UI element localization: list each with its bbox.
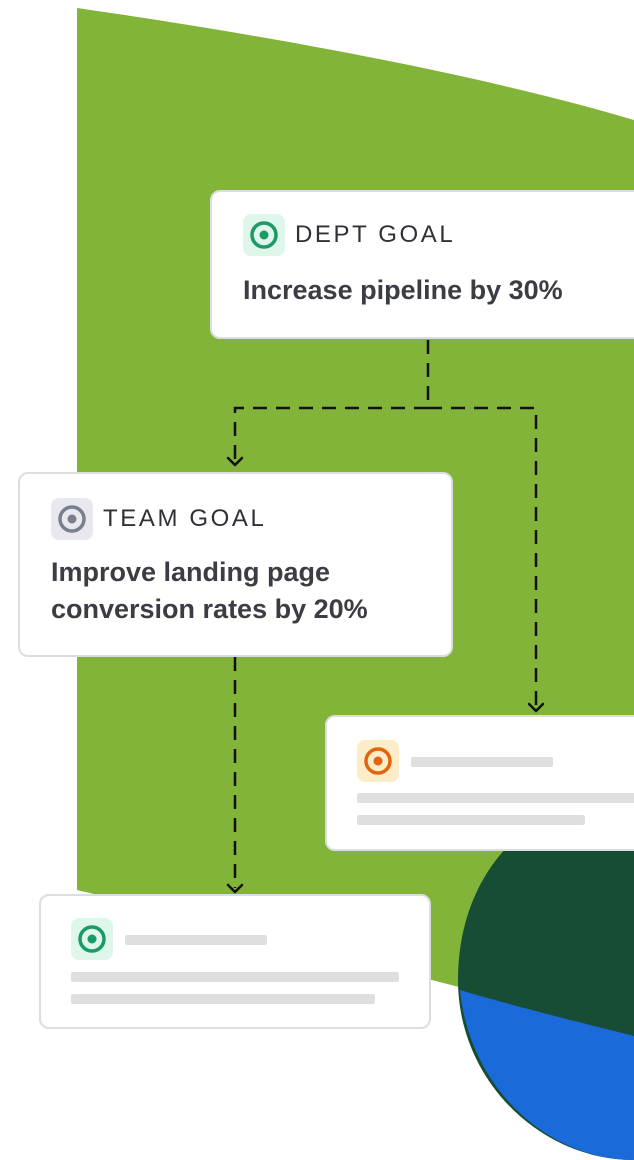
team-goal-title-line-2: conversion rates by 20% <box>51 594 368 624</box>
placeholder-goal-card-green[interactable] <box>39 894 431 1029</box>
placeholder-text-bar <box>71 994 375 1004</box>
placeholder-text-bar <box>71 972 399 982</box>
placeholder-title-bar <box>125 935 267 945</box>
arrowhead-team <box>226 456 244 467</box>
team-goal-title-line-1: Improve landing page <box>51 557 331 587</box>
team-goal-card[interactable]: TEAM GOAL Improve landing page conversio… <box>18 472 453 657</box>
placeholder-title-bar <box>411 757 553 767</box>
connector-split-to-team <box>233 406 428 462</box>
arrowhead-orange <box>527 702 545 713</box>
placeholder-text-bar <box>357 815 585 825</box>
dept-goal-title: Increase pipeline by 30% <box>243 275 563 305</box>
arrowhead-green <box>226 883 244 894</box>
target-icon <box>357 740 399 782</box>
target-icon <box>51 498 93 540</box>
dept-goal-label: DEPT GOAL <box>295 221 456 248</box>
placeholder-text-bar <box>357 793 634 803</box>
target-icon <box>243 214 285 256</box>
placeholder-goal-card-orange[interactable] <box>325 715 634 851</box>
dept-goal-header: DEPT GOAL <box>243 214 634 256</box>
target-icon <box>71 918 113 960</box>
team-goal-label: TEAM GOAL <box>103 505 267 532</box>
team-goal-header: TEAM GOAL <box>51 498 451 540</box>
dept-goal-card[interactable]: DEPT GOAL Increase pipeline by 30% <box>210 190 634 339</box>
